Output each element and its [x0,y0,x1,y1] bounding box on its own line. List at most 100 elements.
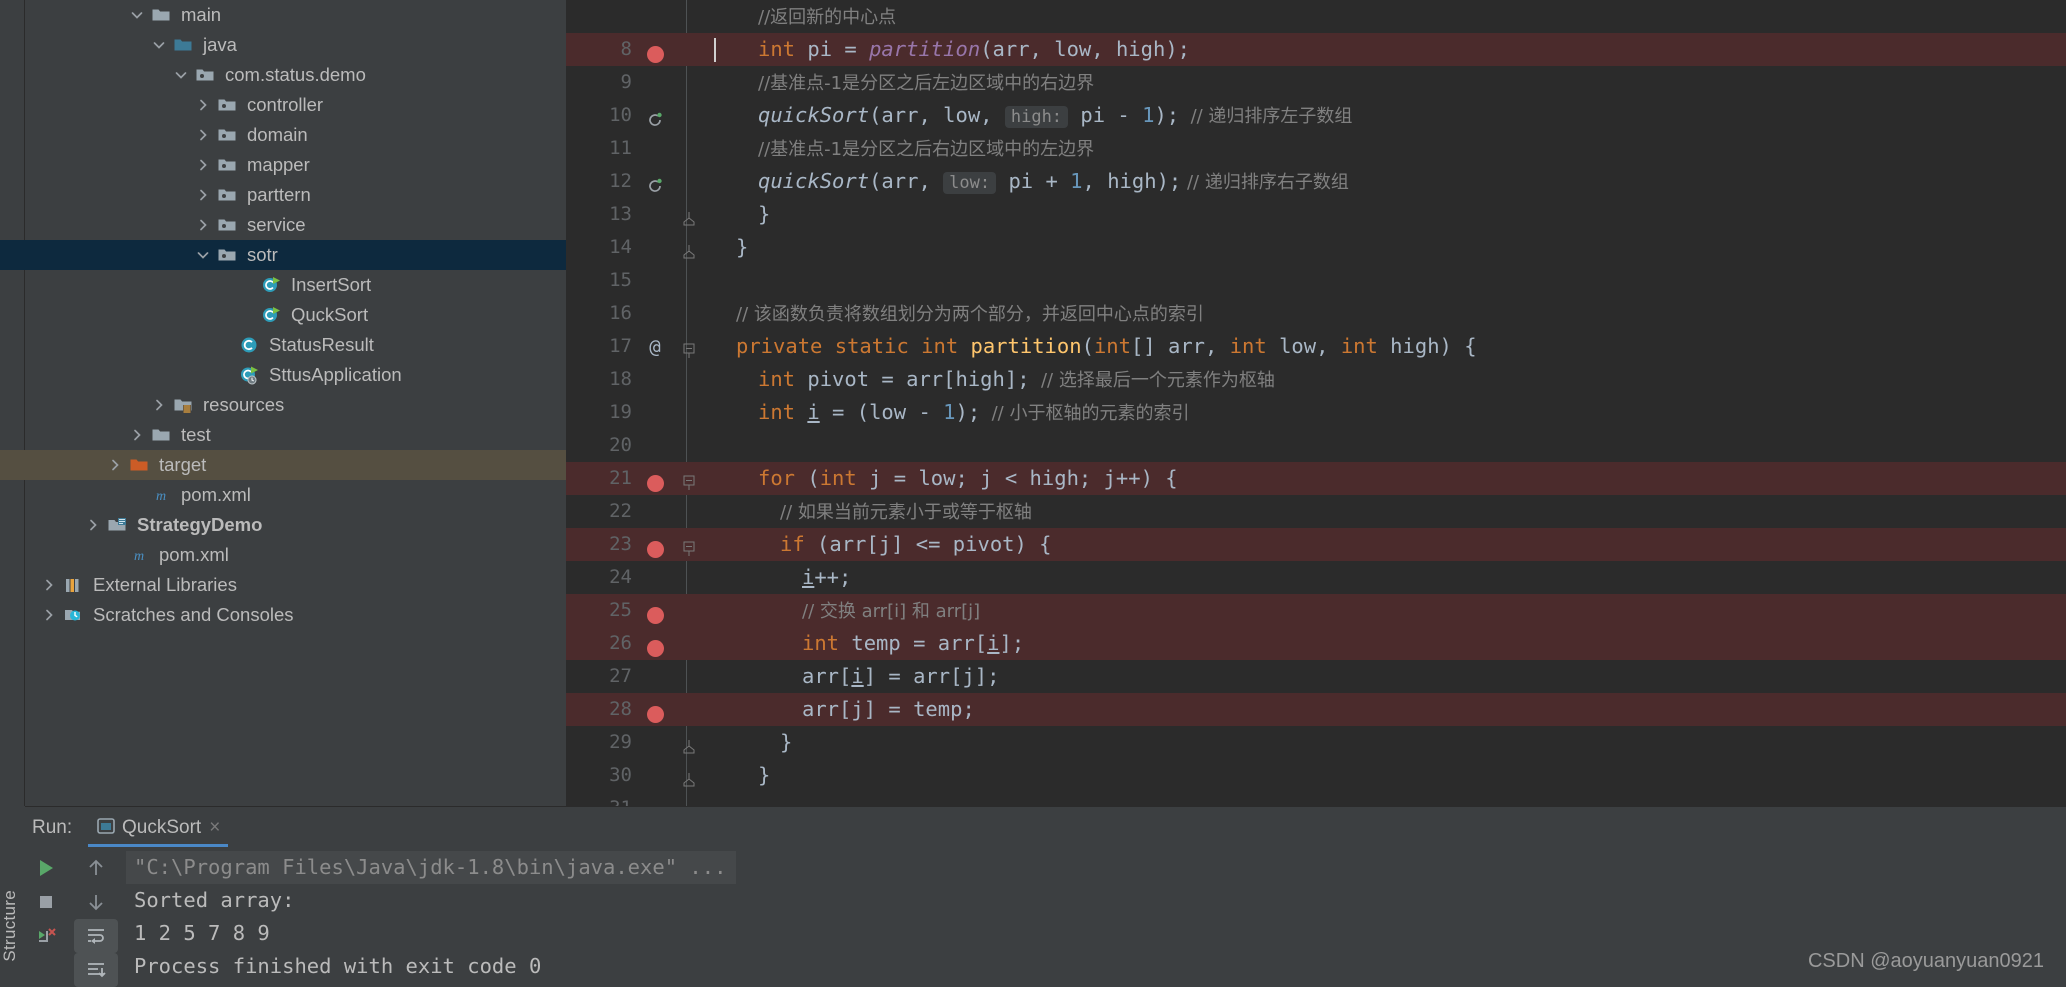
editor-line[interactable]: 24 i++; [566,561,2066,594]
scroll-to-end-button[interactable] [74,953,118,987]
tree-item-strategydemo[interactable]: StrategyDemo [0,510,566,540]
chevron-right-icon[interactable] [104,450,126,480]
editor-line[interactable]: 16 // 该函数负责将数组划分为两个部分，并返回中心点的索引 [566,297,2066,330]
breakpoint-icon[interactable] [638,693,672,726]
up-arrow-button[interactable] [74,851,118,885]
chevron-right-icon[interactable] [192,120,214,150]
tree-item-sotr[interactable]: sotr [0,240,566,270]
editor-line[interactable]: 8 int pi = partition(arr, low, high); [566,33,2066,66]
editor-line[interactable]: 9 //基准点-1是分区之后左边区域中的右边界 [566,66,2066,99]
class-runnable-icon [258,300,284,330]
run-tool-window[interactable]: Run: QuckSort × "C:\Program Files\Java\j… [0,806,2066,987]
editor-line[interactable]: 27 arr[i] = arr[j]; [566,660,2066,693]
editor-line[interactable]: 29} [566,726,2066,759]
breakpoint-icon[interactable] [638,462,672,495]
tree-item-target[interactable]: target [0,450,566,480]
tree-item-external-libraries[interactable]: External Libraries [0,570,566,600]
editor-line[interactable]: 28 arr[j] = temp; [566,693,2066,726]
breakpoint-icon[interactable] [638,627,672,660]
editor-line[interactable]: 12 quickSort(arr, low: pi + 1, high); // … [566,165,2066,198]
editor-line[interactable]: 17 @ private static int partition(int[] ar… [566,330,2066,363]
method-annotation-icon[interactable]: @ [638,330,672,364]
breakpoint-icon[interactable] [638,528,672,561]
recursive-call-icon[interactable] [638,165,672,198]
chevron-down-icon[interactable] [148,30,170,60]
fold-start-icon[interactable] [676,462,702,495]
chevron-right-icon[interactable] [82,510,104,540]
project-tool-window[interactable]: main java com.status.demo controller domain m… [0,0,566,806]
editor-line[interactable]: 25 // 交换 arr[i] 和 arr[j] [566,594,2066,627]
fold-start-icon[interactable] [676,330,702,363]
tree-item-sttusapplication[interactable]: SttusApplication [0,360,566,390]
tree-item-domain[interactable]: domain [0,120,566,150]
editor-line[interactable]: 13} [566,198,2066,231]
editor-line[interactable]: 14} [566,231,2066,264]
breakpoint-icon[interactable] [638,33,672,66]
run-tab-qucksort[interactable]: QuckSort × [88,812,229,847]
editor-line[interactable]: 20 [566,429,2066,462]
editor-line[interactable]: 15 [566,264,2066,297]
chevron-right-icon[interactable] [192,210,214,240]
tree-item-scratches-and-consoles[interactable]: Scratches and Consoles [0,600,566,630]
editor-lines[interactable]: //返回新的中心点 8 int pi = partition(arr, low, h… [566,0,2066,806]
tree-item-mapper[interactable]: mapper [0,150,566,180]
recursive-call-icon[interactable] [638,99,672,132]
chevron-down-icon[interactable] [126,0,148,30]
editor-line[interactable]: 30} [566,759,2066,792]
tree-item-pom-xml[interactable]: m pom.xml [0,480,566,510]
editor-line[interactable]: 11 //基准点-1是分区之后右边区域中的左边界 [566,132,2066,165]
close-icon[interactable]: × [209,817,220,839]
editor-line[interactable]: 31 [566,792,2066,806]
chevron-down-icon[interactable] [192,240,214,270]
fold-end-icon[interactable] [676,759,702,792]
tree-item-java[interactable]: java [0,30,566,60]
fold-end-icon[interactable] [676,198,702,231]
tree-item-test[interactable]: test [0,420,566,450]
breakpoint-icon[interactable] [638,594,672,627]
tree-item-pom-xml[interactable]: m pom.xml [0,540,566,570]
run-toolbar-secondary[interactable] [74,851,118,987]
chevron-right-icon[interactable] [38,570,60,600]
run-button[interactable] [24,851,68,885]
rerun-failed-button[interactable] [24,919,68,953]
chevron-down-icon[interactable] [170,60,192,90]
run-toolbar-left[interactable] [24,851,72,953]
tree-item-service[interactable]: service [0,210,566,240]
chevron-right-icon[interactable] [126,420,148,450]
editor-line[interactable]: 23 if (arr[j] <= pivot) { [566,528,2066,561]
chevron-right-icon[interactable] [192,150,214,180]
console-output[interactable]: "C:\Program Files\Java\jdk-1.8\bin\java.… [126,851,2066,987]
tree-item-statusresult[interactable]: StatusResult [0,330,566,360]
editor-line[interactable]: 26 int temp = arr[i]; [566,627,2066,660]
chevron-right-icon[interactable] [148,390,170,420]
editor-line[interactable]: 18 int pivot = arr[high]; // 选择最后一个元素作为枢轴 [566,363,2066,396]
tree-item-parttern[interactable]: parttern [0,180,566,210]
fold-end-icon[interactable] [676,231,702,264]
fold-start-icon[interactable] [676,528,702,561]
code-editor[interactable]: //返回新的中心点 8 int pi = partition(arr, low, h… [566,0,2066,806]
structure-tool-button[interactable]: Structure [0,890,20,962]
chevron-right-icon[interactable] [192,90,214,120]
chevron-right-icon[interactable] [192,180,214,210]
tree-item-main[interactable]: main [0,0,566,30]
project-tree[interactable]: main java com.status.demo controller domain m… [0,0,566,630]
tree-item-resources[interactable]: resources [0,390,566,420]
fold-end-icon[interactable] [676,726,702,759]
tree-item-controller[interactable]: controller [0,90,566,120]
soft-wrap-button[interactable] [74,919,118,953]
folder-resources-icon [170,390,196,420]
tree-item-com-status-demo[interactable]: com.status.demo [0,60,566,90]
editor-line[interactable]: 10 quickSort(arr, low, high: pi - 1); // … [566,99,2066,132]
stop-button[interactable] [24,885,68,919]
editor-line[interactable]: 22 // 如果当前元素小于或等于枢轴 [566,495,2066,528]
package-icon [214,240,240,270]
code-text: quickSort(arr, low: pi + 1, high); // 递归… [758,169,1349,194]
tree-item-qucksort[interactable]: QuckSort [0,300,566,330]
editor-line[interactable]: 19 int i = (low - 1); // 小于枢轴的元素的索引 [566,396,2066,429]
editor-line[interactable]: 21 for (int j = low; j < high; j++) { [566,462,2066,495]
editor-line[interactable]: //返回新的中心点 [566,0,2066,33]
down-arrow-button[interactable] [74,885,118,919]
code-text: int temp = arr[i]; [802,631,1025,655]
chevron-right-icon[interactable] [38,600,60,630]
tree-item-insertsort[interactable]: InsertSort [0,270,566,300]
